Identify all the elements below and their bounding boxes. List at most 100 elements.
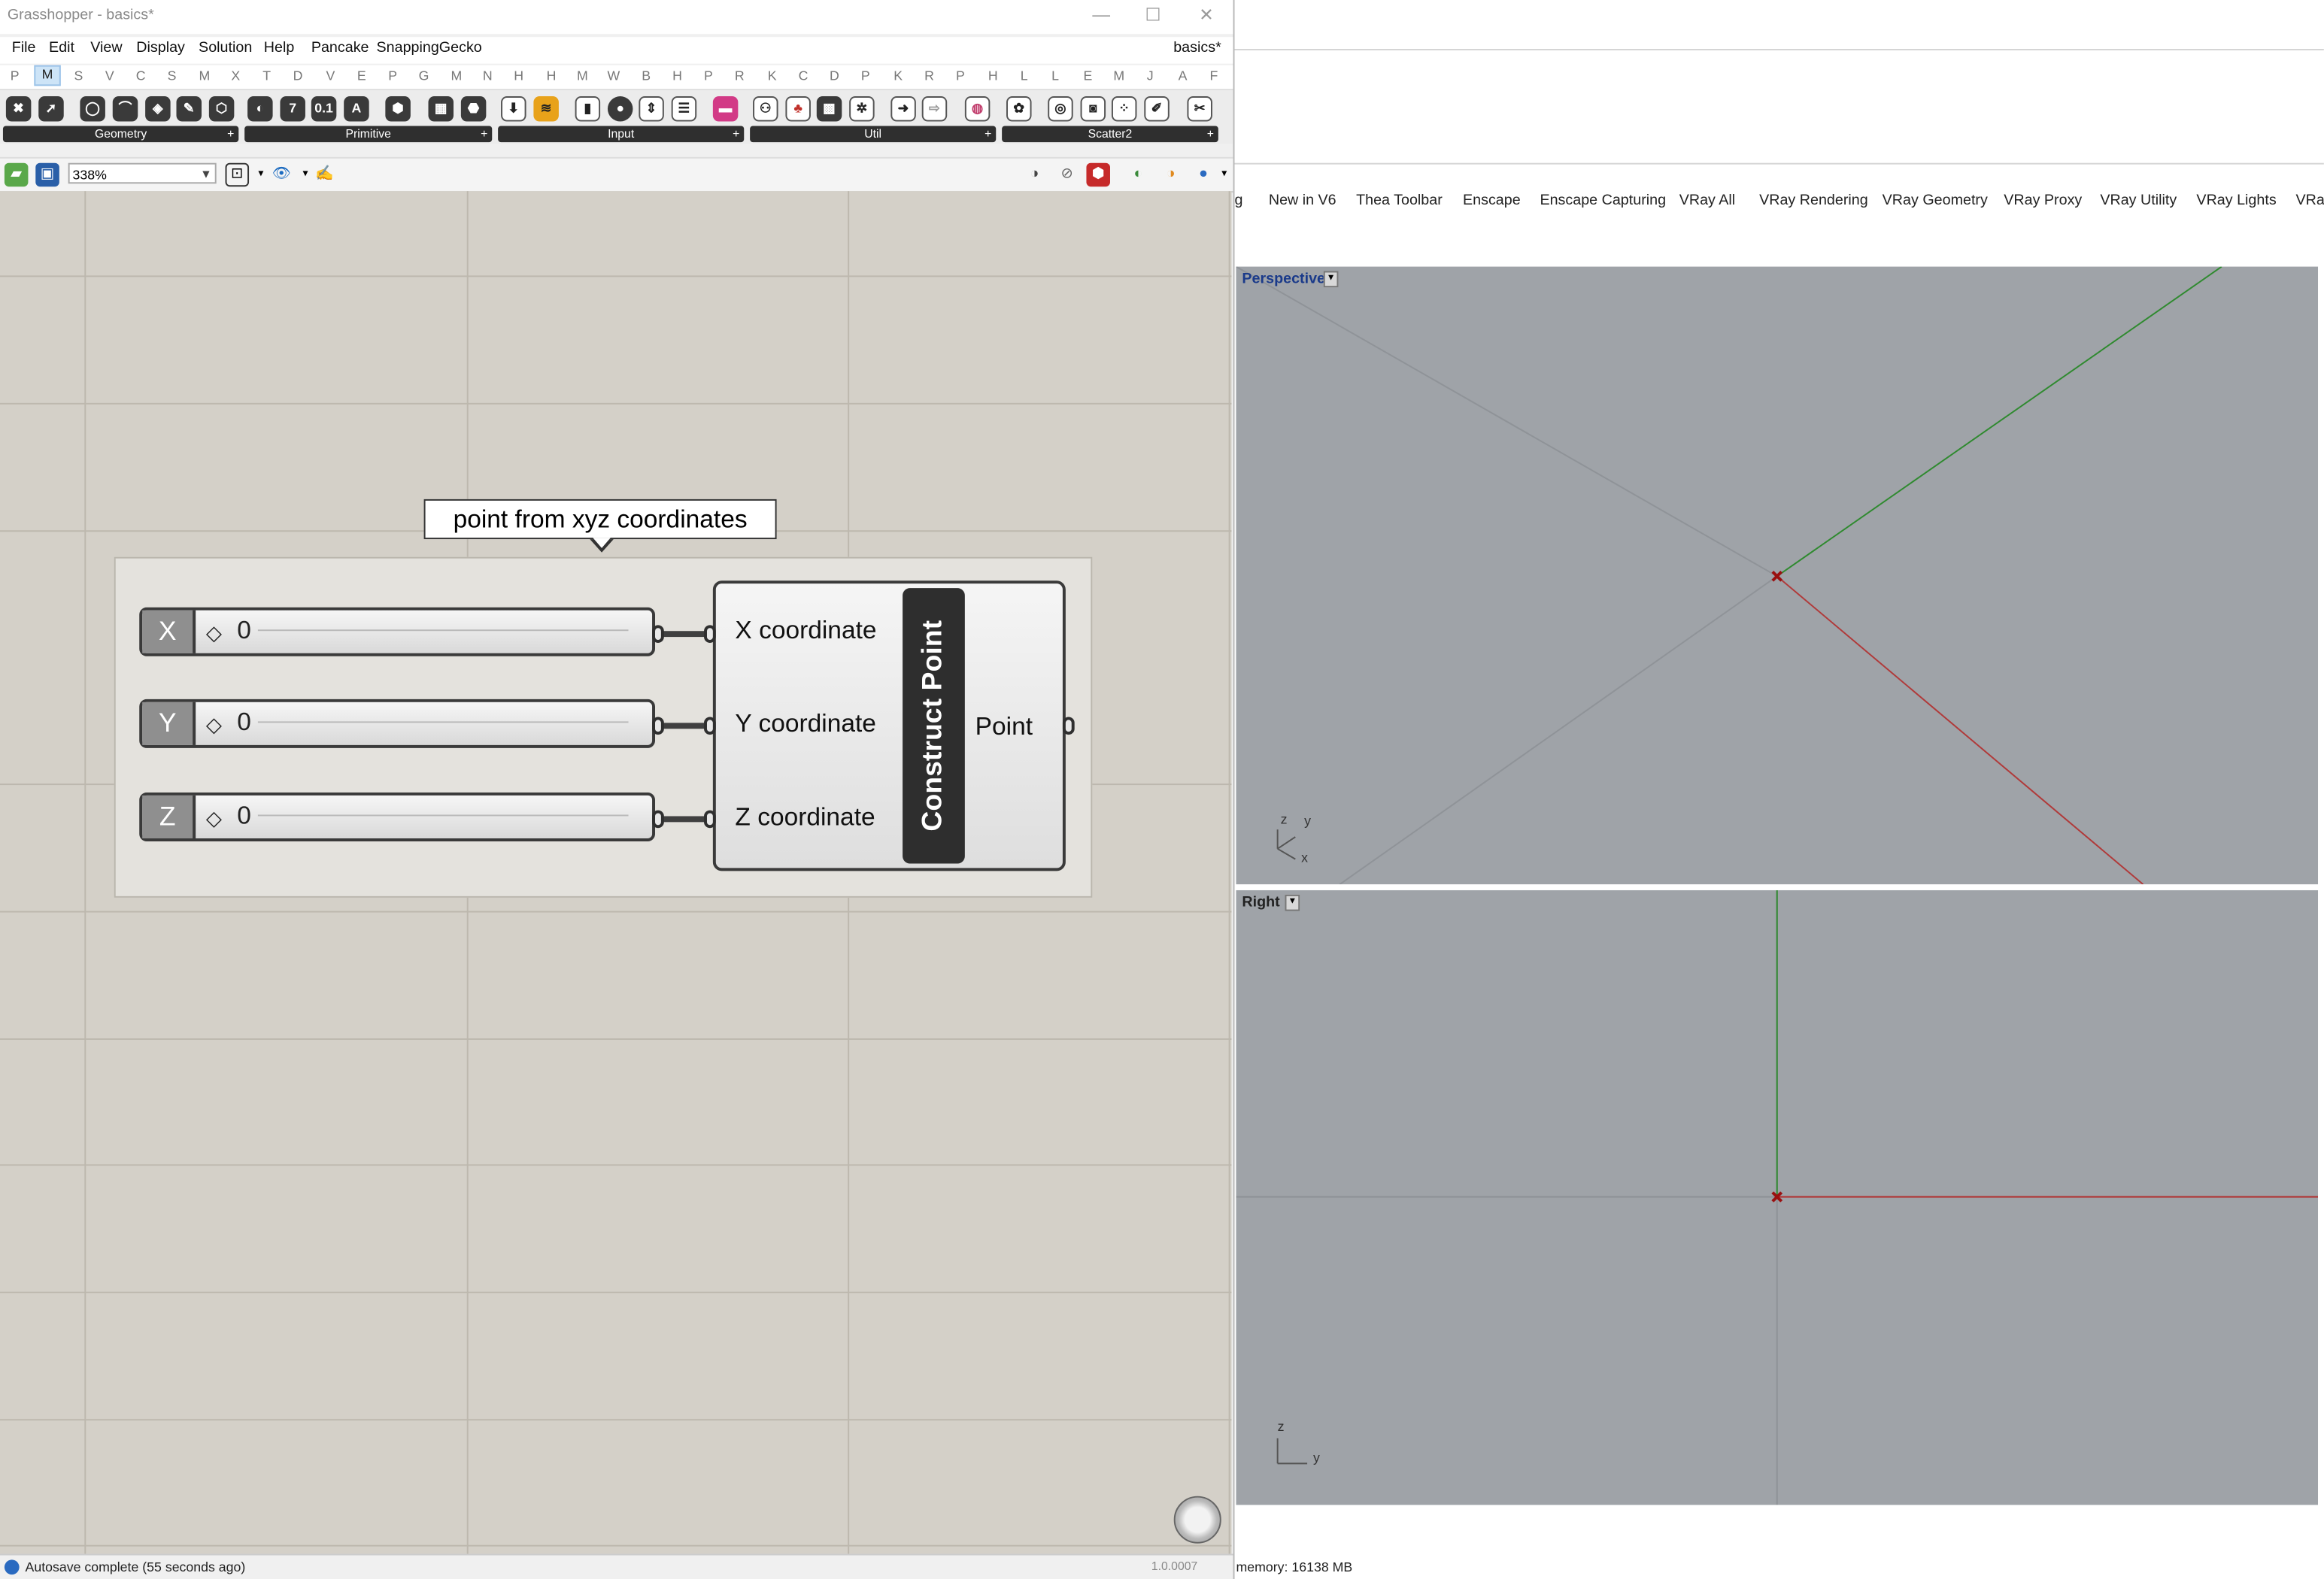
component-tab-28[interactable]: K <box>886 68 910 83</box>
component-tab-10[interactable]: V <box>319 68 343 83</box>
scatter-settings-icon[interactable]: ✂ <box>1187 96 1212 122</box>
expand-icon[interactable]: + <box>733 126 739 142</box>
component-tab-17[interactable]: H <box>539 68 563 83</box>
slider-x-output-grip[interactable] <box>652 625 664 643</box>
group-primitive[interactable]: Primitive + <box>244 126 493 143</box>
viewport-perspective[interactable]: Perspective ▼ z y x <box>1236 266 2319 885</box>
slider-y[interactable]: Y ◇ 0 <box>139 699 656 748</box>
mesh-param-icon[interactable]: ⬡ <box>208 96 235 122</box>
component-tab-15[interactable]: N <box>476 68 500 83</box>
component-tab-22[interactable]: P <box>696 68 721 83</box>
input-y-grip[interactable] <box>704 717 716 735</box>
slider-z[interactable]: Z ◇ 0 <box>139 792 656 841</box>
rhino-tab-10[interactable]: VRay Lights <box>2196 192 2276 209</box>
menu-edit[interactable]: Edit <box>49 40 74 56</box>
viewport-title-right[interactable]: Right <box>1242 895 1279 911</box>
input-y-coordinate[interactable]: Y coordinate <box>735 710 876 739</box>
circle-param-icon[interactable]: ◯ <box>80 96 105 122</box>
gh-canvas[interactable]: point from xyz coordinates X ◇ 0 Y ◇ 0 Z <box>0 191 1232 1554</box>
button-icon[interactable]: ● <box>607 96 633 122</box>
component-tab-18[interactable]: M <box>571 68 595 83</box>
component-tab-30[interactable]: P <box>948 68 972 83</box>
slider-icon[interactable]: ⇕ <box>639 96 664 122</box>
expand-icon[interactable]: + <box>1207 126 1214 142</box>
geometry-icon[interactable]: ✖ <box>5 96 32 122</box>
arrow-right-outline-icon[interactable]: ⇨ <box>921 96 948 122</box>
output-point[interactable]: Point <box>975 713 1033 742</box>
component-tab-24[interactable]: K <box>760 68 784 83</box>
chevron-down-icon[interactable]: ▼ <box>1285 894 1300 911</box>
group-util[interactable]: Util + <box>750 126 997 143</box>
menu-solution[interactable]: Solution <box>199 40 252 56</box>
component-tab-37[interactable]: A <box>1171 68 1195 83</box>
number-icon[interactable]: 0.1 <box>311 96 337 122</box>
preview-mode-icon[interactable]: ◑ <box>1023 163 1047 187</box>
brep-param-icon[interactable]: ✎ <box>176 96 202 122</box>
scatter-pattern-icon[interactable]: ◎ <box>1048 96 1073 122</box>
menu-view[interactable]: View <box>90 40 122 56</box>
component-tab-33[interactable]: L <box>1043 68 1067 83</box>
vector-icon[interactable]: ➚ <box>38 96 64 122</box>
rhino-tab-8[interactable]: VRay Proxy <box>2004 192 2082 209</box>
slider-track[interactable] <box>257 721 629 723</box>
viewport-title-perspective[interactable]: Perspective <box>1242 271 1325 288</box>
slider-y-output-grip[interactable] <box>652 717 664 735</box>
component-tab-26[interactable]: D <box>823 68 847 83</box>
document-preview-icon[interactable]: ◑ <box>1159 163 1183 187</box>
panel-icon[interactable]: ⬇ <box>501 96 526 122</box>
matrix-icon[interactable]: ▦ <box>428 96 454 122</box>
construct-point-component[interactable]: X coordinate Y coordinate Z coordinate C… <box>712 580 1066 871</box>
minimize-button[interactable]: — <box>1086 5 1115 26</box>
component-tab-12[interactable]: P <box>381 68 405 83</box>
component-tab-8[interactable]: T <box>255 68 279 83</box>
component-tab-11[interactable]: E <box>350 68 374 83</box>
rhino-tab-4[interactable]: Enscape Capturing <box>1540 192 1666 209</box>
menu-snappinggecko[interactable]: SnappingGecko <box>377 40 482 56</box>
cluster-icon[interactable]: ▩ <box>816 96 842 122</box>
integer-icon[interactable]: 7 <box>280 96 305 122</box>
component-tab-6[interactable]: M <box>193 68 217 83</box>
paw-icon[interactable]: ✿ <box>1006 96 1032 122</box>
expand-icon[interactable]: + <box>985 126 991 142</box>
domain-icon[interactable]: ⬢ <box>385 96 411 122</box>
component-tab-32[interactable]: L <box>1012 68 1036 83</box>
rhino-tab-2[interactable]: Thea Toolbar <box>1356 192 1443 209</box>
slider-track[interactable] <box>257 629 629 632</box>
group-scatter2[interactable]: Scatter2 + <box>1002 126 1218 143</box>
component-tab-25[interactable]: C <box>791 68 815 83</box>
input-x-grip[interactable] <box>704 625 716 643</box>
sketch-pen-icon[interactable]: ✍ <box>313 163 337 187</box>
menu-help[interactable]: Help <box>264 40 295 56</box>
surface-param-icon[interactable]: ◈ <box>145 96 171 122</box>
expand-icon[interactable]: + <box>481 126 487 142</box>
rhino-tab-9[interactable]: VRay Utility <box>2100 192 2177 209</box>
component-tab-27[interactable]: P <box>854 68 878 83</box>
group-input[interactable]: Input + <box>498 126 745 143</box>
arrow-right-icon[interactable]: ➜ <box>890 96 916 122</box>
component-tab-31[interactable]: H <box>981 68 1006 83</box>
component-tab-34[interactable]: E <box>1076 68 1100 83</box>
glasses-icon[interactable]: ⚇ <box>753 96 778 122</box>
component-tab-29[interactable]: R <box>918 68 942 83</box>
maximize-button[interactable]: ☐ <box>1138 5 1167 26</box>
toggle-icon[interactable]: ▮ <box>575 96 601 122</box>
chevron-down-icon[interactable]: ▼ <box>1323 271 1339 288</box>
cherry-icon[interactable]: ♣ <box>785 96 811 122</box>
colour-swatch-icon[interactable]: ▬ <box>712 96 739 122</box>
rhino-tab-0[interactable]: g <box>1235 192 1243 209</box>
gecko-icon[interactable]: ✲ <box>849 96 875 122</box>
component-tab-23[interactable]: R <box>728 68 752 83</box>
rhino-tab-3[interactable]: Enscape <box>1463 192 1521 209</box>
input-z-coordinate[interactable]: Z coordinate <box>735 803 875 832</box>
preview-eye-icon[interactable]: 👁 <box>270 163 294 187</box>
text-icon[interactable]: A <box>344 96 369 122</box>
rhino-tab-7[interactable]: VRay Geometry <box>1883 192 1988 209</box>
rhino-tab-11[interactable]: VRa <box>2295 192 2323 209</box>
component-tab-35[interactable]: M <box>1107 68 1131 83</box>
open-file-icon[interactable]: ▰ <box>4 162 29 187</box>
wireframe-icon[interactable]: ⊘ <box>1055 163 1079 187</box>
chevron-down-icon[interactable]: ▾ <box>1212 163 1236 187</box>
component-tab-4[interactable]: C <box>129 68 153 83</box>
rhino-tab-1[interactable]: New in V6 <box>1269 192 1336 209</box>
curve-param-icon[interactable]: ⌒ <box>112 96 138 122</box>
